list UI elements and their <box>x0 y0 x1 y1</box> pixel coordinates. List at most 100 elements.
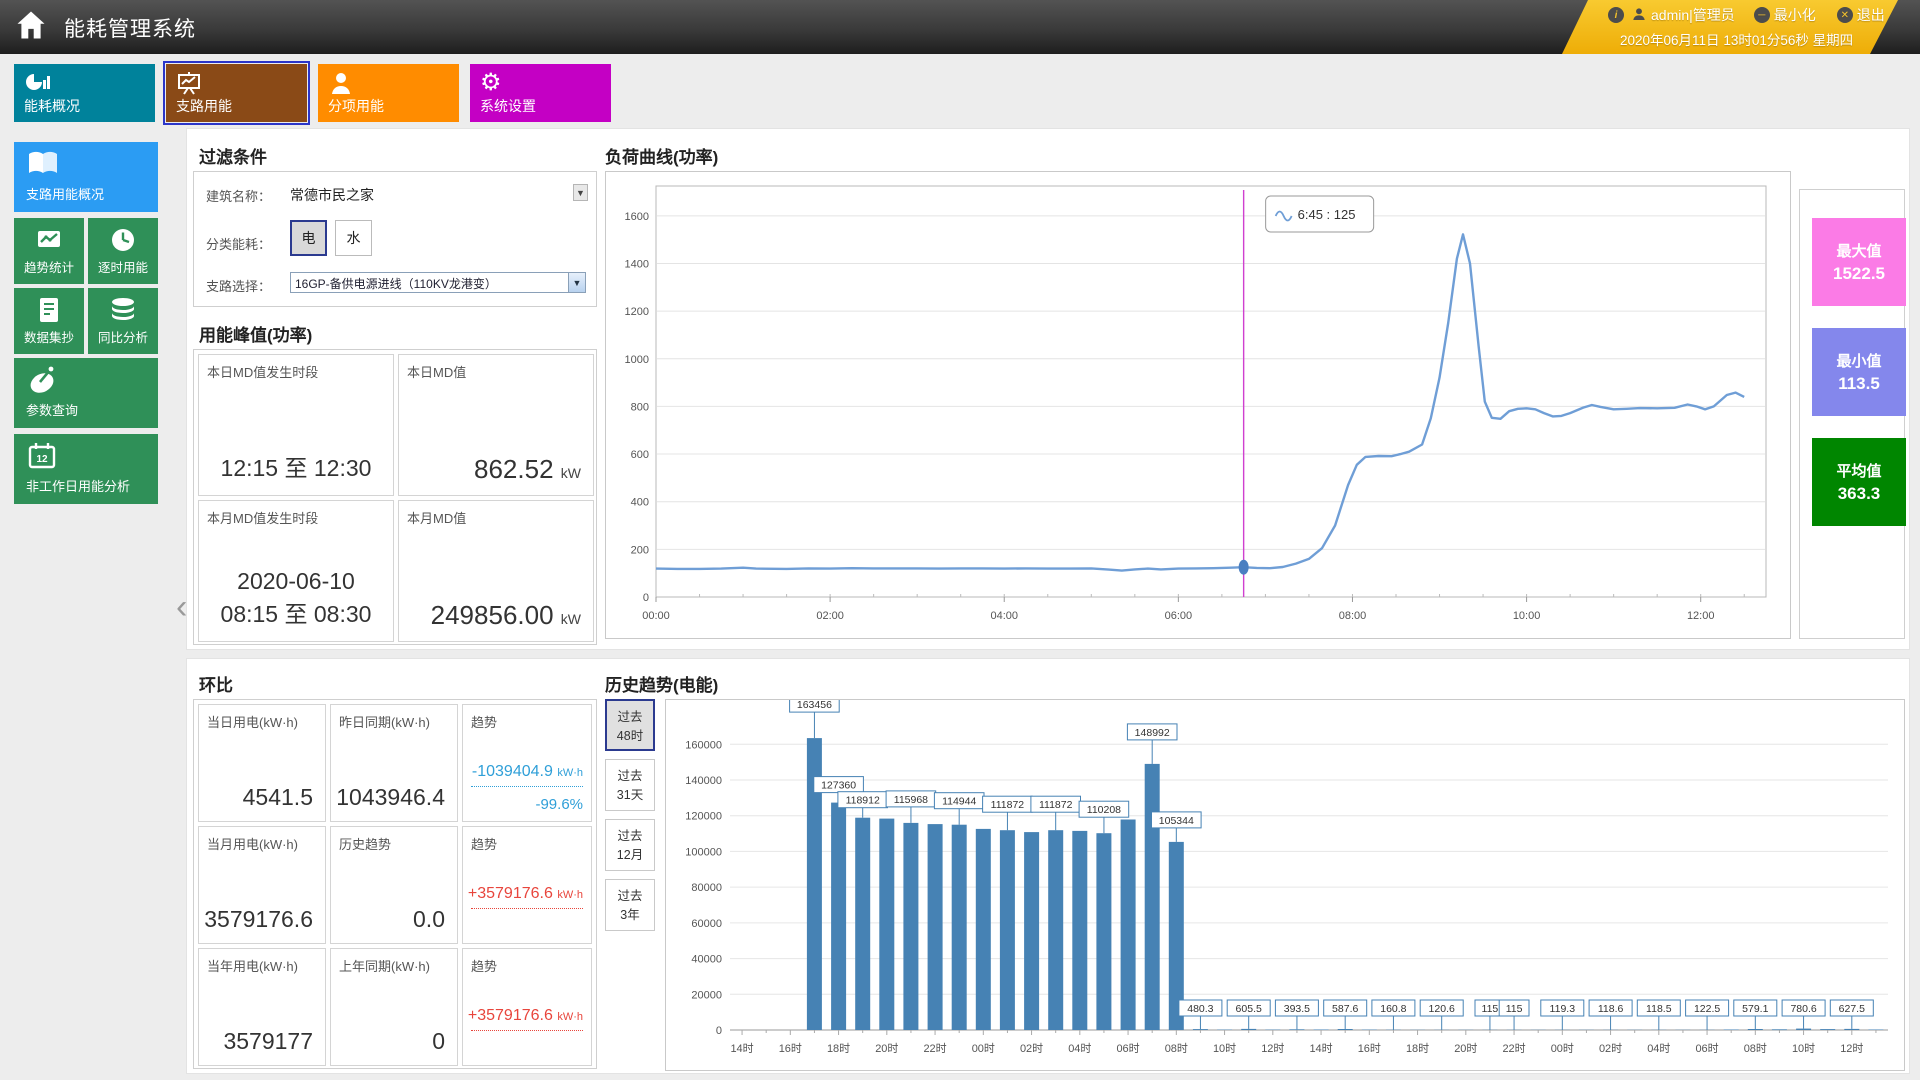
svg-text:800: 800 <box>631 401 649 413</box>
trend-chart-icon <box>35 226 63 259</box>
minimize-button[interactable]: ─ 最小化 <box>1754 5 1816 25</box>
trend-value: +3579176.6 kW·h <box>468 1007 583 1025</box>
svg-text:480.3: 480.3 <box>1187 1003 1213 1015</box>
svg-text:06时: 06时 <box>1695 1042 1718 1055</box>
svg-text:122.5: 122.5 <box>1694 1003 1720 1015</box>
peak-section-title: 用能峰值(功率) <box>199 321 312 346</box>
svg-text:80000: 80000 <box>691 882 722 894</box>
card-label: 本日MD值发生时段 <box>207 362 318 381</box>
svg-text:06时: 06时 <box>1116 1042 1139 1055</box>
sidebar-item-label: 趋势统计 <box>24 257 74 276</box>
tab-label: 3年 <box>620 908 639 922</box>
svg-text:04:00: 04:00 <box>990 610 1018 622</box>
info-icon[interactable]: i <box>1608 7 1624 23</box>
trend-percent: -99.6% <box>535 796 583 813</box>
sidebar-item-trend-stats[interactable]: 趋势统计 <box>14 218 84 284</box>
sidebar-item-hourly-energy[interactable]: 逐时用能 <box>88 218 158 284</box>
stat-label: 最大值 <box>1836 240 1881 261</box>
tab-past-31d[interactable]: 过去 31天 <box>605 759 655 811</box>
card-label: 上年同期(kW·h) <box>339 956 430 975</box>
history-section-title: 历史趋势(电能) <box>605 671 718 696</box>
nav-tile-item-energy[interactable]: 分项用能 <box>318 64 459 122</box>
branch-select-label: 支路选择： <box>206 276 271 295</box>
top-bar: 能耗管理系统 i admin|管理员 ─ 最小化 ✕ 退出 2020年06月11… <box>0 0 1920 54</box>
svg-text:14时: 14时 <box>730 1042 753 1055</box>
nav-label: 分项用能 <box>328 96 384 116</box>
svg-text:120000: 120000 <box>685 811 722 823</box>
bottom-panel: 环比 当日用电(kW·h) 4541.5 昨日同期(kW·h) 1043946.… <box>186 658 1910 1074</box>
datetime-text: 2020年06月11日 13时01分56秒 星期四 <box>1620 29 1853 49</box>
load-curve-chart[interactable]: 0200400600800100012001400160000:0002:000… <box>605 171 1791 639</box>
peak-cards-container: 本日MD值发生时段 12:15 至 12:30 本日MD值 862.52 kW … <box>193 349 597 645</box>
tab-label: 31天 <box>617 788 643 802</box>
svg-text:22时: 22时 <box>1502 1042 1525 1055</box>
sidebar-item-branch-overview[interactable]: 支路用能概况 <box>14 142 158 212</box>
branch-select[interactable]: 16GP-备供电源进线（110KV龙港变） ▼ <box>290 272 586 293</box>
card-unit: kW <box>561 611 581 627</box>
tab-past-3y[interactable]: 过去 3年 <box>605 879 655 931</box>
card-unit: kW <box>561 465 581 481</box>
user-button[interactable]: admin|管理员 <box>1631 5 1735 25</box>
svg-text:10时: 10时 <box>1792 1042 1815 1055</box>
svg-text:120.6: 120.6 <box>1429 1003 1455 1015</box>
huanbi-section-title: 环比 <box>199 671 233 696</box>
nav-tile-energy-overview[interactable]: 能耗概况 <box>14 64 155 122</box>
tab-label: 12月 <box>617 848 643 862</box>
svg-text:22时: 22时 <box>923 1042 946 1055</box>
peak-card-month-period: 本月MD值发生时段 2020-06-10 08:15 至 08:30 <box>198 500 394 642</box>
sidebar-item-label: 支路用能概况 <box>26 184 104 203</box>
svg-text:08时: 08时 <box>1744 1042 1767 1055</box>
stat-value: 1522.5 <box>1833 264 1885 284</box>
history-trend-chart[interactable]: 0200004000060000800001000001200001400001… <box>665 699 1905 1071</box>
huanbi-trend-card: 趋势 -1039404.9 kW·h -99.6% <box>462 704 592 822</box>
stat-value: 113.5 <box>1838 374 1880 394</box>
sidebar-item-yoy-analysis[interactable]: 同比分析 <box>88 288 158 354</box>
svg-text:40000: 40000 <box>691 954 722 966</box>
home-button[interactable] <box>8 5 54 49</box>
card-label: 本日MD值 <box>407 362 466 381</box>
minimize-label: 最小化 <box>1774 5 1816 25</box>
building-dropdown-button[interactable]: ▼ <box>573 184 588 201</box>
nav-tile-system-settings[interactable]: ⚙ 系统设置 <box>470 64 611 122</box>
energy-option-water[interactable]: 水 <box>335 220 372 256</box>
sidebar-item-label: 逐时用能 <box>98 257 148 276</box>
tab-label: 过去 <box>617 829 642 843</box>
svg-text:20000: 20000 <box>691 989 722 1001</box>
sidebar-item-nonworkday-analysis[interactable]: 12 非工作日用能分析 <box>14 434 158 504</box>
logout-button[interactable]: ✕ 退出 <box>1837 5 1885 25</box>
minimize-icon: ─ <box>1754 7 1770 23</box>
svg-text:00:00: 00:00 <box>642 610 670 622</box>
peak-card-month-md: 本月MD值 249856.00 kW <box>398 500 594 642</box>
stat-value: 363.3 <box>1838 484 1881 504</box>
card-label: 趋势 <box>471 712 497 731</box>
huanbi-card: 当月用电(kW·h) 3579176.6 <box>198 826 326 944</box>
load-curve-title: 负荷曲线(功率) <box>605 143 718 168</box>
sidebar-item-label: 参数查询 <box>26 400 78 419</box>
database-icon <box>108 296 138 329</box>
nav-label: 系统设置 <box>480 96 536 116</box>
huanbi-cards-container: 当日用电(kW·h) 4541.5 昨日同期(kW·h) 1043946.4 趋… <box>193 699 597 1069</box>
huanbi-trend-card: 趋势 +3579176.6 kW·h <box>462 826 592 944</box>
card-value: 0 <box>432 1028 445 1055</box>
satellite-dish-icon <box>26 364 60 401</box>
clock-icon <box>109 226 137 259</box>
nav-tile-branch-energy[interactable]: 支路用能 <box>166 64 307 122</box>
load-curve-plot: 0200400600800100012001400160000:0002:000… <box>606 172 1790 643</box>
person-icon <box>328 70 354 96</box>
svg-text:119.3: 119.3 <box>1550 1003 1576 1015</box>
sidebar-item-data-collection[interactable]: 数据集抄 <box>14 288 84 354</box>
svg-text:12时: 12时 <box>1261 1042 1284 1055</box>
sidebar-item-parameter-query[interactable]: 参数查询 <box>14 358 158 428</box>
history-trend-plot: 0200004000060000800001000001200001400001… <box>666 700 1904 1075</box>
svg-text:118.6: 118.6 <box>1598 1003 1624 1015</box>
energy-option-electric[interactable]: 电 <box>290 220 327 256</box>
svg-text:0: 0 <box>643 592 649 604</box>
svg-text:12时: 12时 <box>1840 1042 1863 1055</box>
card-label: 昨日同期(kW·h) <box>339 712 430 731</box>
card-value: 0.0 <box>413 906 445 933</box>
svg-text:02:00: 02:00 <box>816 610 844 622</box>
curve-stats-container: 最大值 1522.5 最小值 113.5 平均值 363.3 <box>1799 189 1905 639</box>
svg-text:60000: 60000 <box>691 918 722 930</box>
tab-past-12m[interactable]: 过去 12月 <box>605 819 655 871</box>
tab-past-48h[interactable]: 过去 48时 <box>605 699 655 751</box>
